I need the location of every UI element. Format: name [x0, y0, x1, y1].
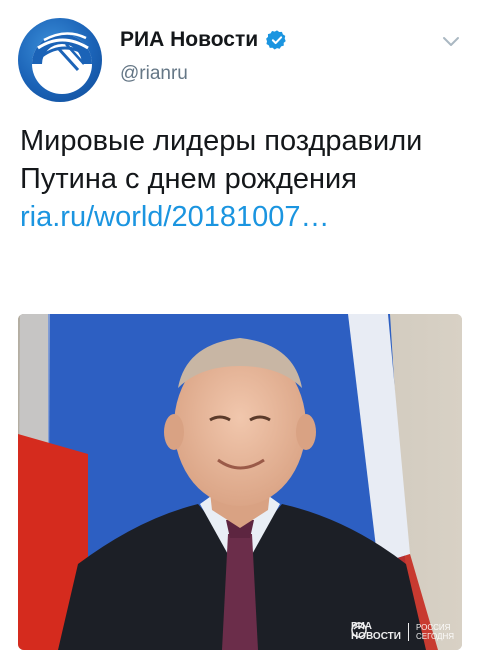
- display-name[interactable]: РИА Новости: [120, 28, 258, 52]
- watermark-line4: СЕГОДНЯ: [415, 632, 454, 641]
- chevron-down-icon[interactable]: [440, 30, 462, 52]
- photo: [18, 314, 462, 650]
- watermark-divider: [407, 623, 409, 641]
- ria-novosti-logo-icon: [32, 32, 92, 94]
- account-names: РИА Новости @rianru: [120, 28, 288, 85]
- tweet-link[interactable]: ria.ru/world/20181007…: [20, 198, 460, 236]
- display-name-row: РИА Новости: [120, 28, 288, 52]
- verified-badge-icon: [266, 30, 286, 50]
- account-handle[interactable]: @rianru: [120, 63, 288, 85]
- tweet-text: Мировые лидеры поздравили Путина с днем …: [20, 122, 460, 236]
- watermark-line3: РОССИЯ: [415, 623, 451, 632]
- watermark-rs-text: РОССИЯ СЕГОДНЯ: [416, 623, 454, 641]
- tweet-header: РИА Новости @rianru: [18, 18, 466, 104]
- avatar[interactable]: [18, 18, 102, 102]
- tweet-body: Мировые лидеры поздравили Путина с днем …: [20, 125, 423, 195]
- ria-watermark: РИА НОВОСТИ РОССИЯ СЕГОДНЯ: [351, 622, 454, 642]
- tweet-media-image[interactable]: РИА НОВОСТИ РОССИЯ СЕГОДНЯ: [18, 314, 462, 650]
- ria-watermark-logo-icon: [351, 622, 367, 638]
